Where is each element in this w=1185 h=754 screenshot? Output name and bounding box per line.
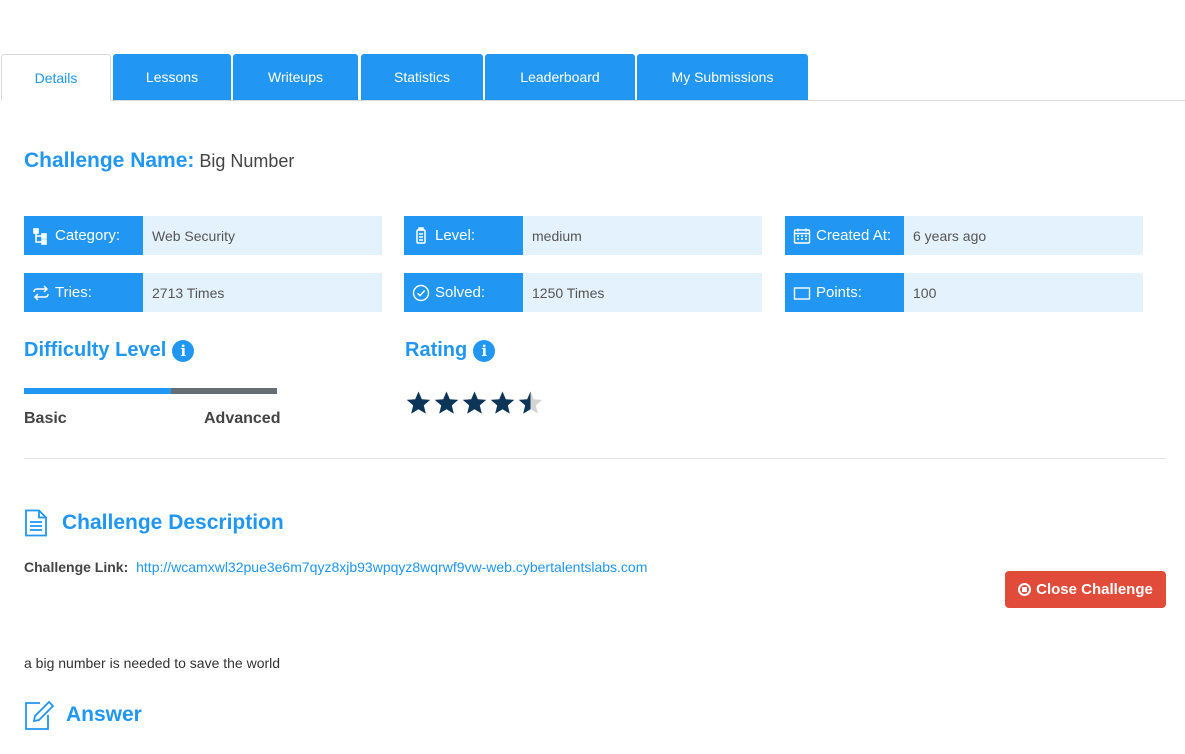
challenge-link-row: Challenge Link: http://wcamxwl32pue3e6m7… (24, 559, 647, 575)
difficulty-bar (24, 388, 277, 394)
challenge-name-label: Challenge Name: (24, 149, 195, 172)
created-box: Created At: 6 years ago (785, 216, 1143, 255)
answer-title: Answer (66, 703, 142, 726)
sitemap-icon (33, 227, 47, 245)
solved-box: Solved: 1250 Times (404, 273, 762, 312)
created-label: Created At: (816, 227, 892, 244)
solved-label: Solved: (435, 284, 486, 301)
difficulty-min-label: Basic (24, 410, 67, 427)
rating-stars (405, 390, 544, 417)
tab-details[interactable]: Details (1, 54, 111, 101)
difficulty-heading: Difficulty Level i (24, 339, 195, 362)
star-icon (406, 391, 431, 414)
close-challenge-label: Close Challenge (1036, 581, 1153, 598)
star-icon (518, 391, 543, 414)
star-icon (490, 391, 515, 414)
close-challenge-button[interactable]: Close Challenge (1005, 571, 1166, 608)
description-heading: Challenge Description (24, 509, 284, 537)
info-icon[interactable]: i (473, 339, 496, 362)
points-label: Points: (816, 284, 862, 301)
points-value: 100 (904, 273, 1143, 312)
exchange-icon (33, 284, 49, 301)
level-label: Level: (435, 227, 476, 244)
tab-my-submissions[interactable]: My Submissions (637, 54, 808, 100)
document-icon (25, 509, 47, 537)
tab-lessons[interactable]: Lessons (113, 54, 231, 100)
info-icon[interactable]: i (172, 339, 195, 362)
category-label: Category: (55, 227, 121, 244)
tab-leaderboard[interactable]: Leaderboard (485, 54, 635, 100)
stop-circle-icon (1018, 583, 1032, 596)
details-panel: Challenge Name: Big Number Category: Web… (0, 101, 1185, 754)
rectangle-icon (793, 286, 811, 300)
tab-statistics[interactable]: Statistics (361, 54, 483, 100)
challenge-link[interactable]: http://wcamxwl32pue3e6m7qyz8xjb93wpqyz8w… (136, 559, 647, 575)
challenge-name: Challenge Name: Big Number (24, 149, 294, 173)
tries-box: Tries: 2713 Times (24, 273, 382, 312)
tab-writeups[interactable]: Writeups (233, 54, 358, 100)
level-value: medium (523, 216, 762, 255)
category-value: Web Security (143, 216, 382, 255)
battery-icon (416, 226, 426, 244)
points-box: Points: 100 (785, 273, 1143, 312)
answer-heading: Answer (24, 699, 142, 731)
difficulty-title: Difficulty Level (24, 339, 167, 361)
created-value: 6 years ago (904, 216, 1143, 255)
check-circle-icon (412, 284, 430, 301)
challenge-link-label: Challenge Link: (24, 559, 129, 575)
challenge-name-value: Big Number (199, 151, 295, 171)
difficulty-bar-fill (24, 388, 171, 394)
description-title: Challenge Description (62, 511, 284, 534)
divider (24, 458, 1166, 459)
level-box: Level: medium (404, 216, 762, 255)
tries-value: 2713 Times (143, 273, 382, 312)
category-box: Category: Web Security (24, 216, 382, 255)
solved-value: 1250 Times (523, 273, 762, 312)
tries-label: Tries: (55, 284, 92, 301)
star-icon (462, 391, 487, 414)
difficulty-max-label: Advanced (204, 410, 281, 427)
rating-title: Rating (405, 339, 468, 361)
description-text: a big number is needed to save the world (24, 655, 281, 671)
edit-icon (25, 700, 54, 730)
star-icon (434, 391, 459, 414)
calendar-icon (793, 228, 811, 244)
tab-bar: Details Lessons Writeups Statistics Lead… (1, 54, 1185, 101)
rating-heading: Rating i (405, 339, 496, 362)
